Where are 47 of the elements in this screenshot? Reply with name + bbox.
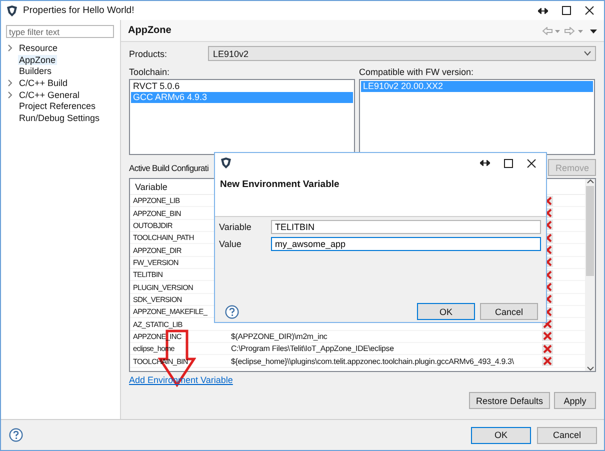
app-logo-icon bbox=[6, 4, 18, 16]
tree-item[interactable]: Builders bbox=[18, 66, 53, 76]
chevron-icon bbox=[584, 51, 591, 56]
window-title: Properties for Hello World! bbox=[23, 5, 134, 16]
expand-icon[interactable] bbox=[6, 44, 14, 52]
compatible-label: Compatible with FW version: bbox=[359, 67, 475, 77]
close-icon[interactable] bbox=[527, 158, 536, 168]
tree-item[interactable]: C/C++ Build bbox=[18, 78, 69, 88]
field-label: Variable bbox=[219, 222, 252, 232]
page-title: AppZone bbox=[128, 25, 172, 36]
tree-item[interactable]: C/C++ General bbox=[18, 90, 81, 100]
close-icon[interactable] bbox=[585, 6, 594, 15]
input-field[interactable]: TELITBIN bbox=[271, 220, 541, 234]
maximize-icon[interactable] bbox=[504, 158, 513, 168]
tree-item[interactable]: Resource bbox=[18, 42, 59, 53]
delete-icon[interactable] bbox=[542, 344, 552, 354]
scrollbar[interactable] bbox=[585, 179, 595, 371]
navigation-arrows-icon[interactable] bbox=[542, 26, 598, 34]
tree-item[interactable]: Run/Debug Settings bbox=[18, 112, 101, 123]
expand-icon[interactable] bbox=[6, 78, 14, 87]
products-dropdown[interactable]: LE910v2 bbox=[208, 46, 596, 61]
field-label: Value bbox=[219, 239, 242, 249]
scroll-down-icon[interactable] bbox=[586, 366, 594, 371]
delete-icon[interactable] bbox=[542, 356, 552, 366]
resize-icon[interactable] bbox=[538, 8, 548, 14]
products-label: Products: bbox=[129, 48, 168, 58]
tree-item[interactable]: AppZone bbox=[18, 54, 57, 65]
expand-icon[interactable] bbox=[6, 90, 14, 99]
build-configuration-label: Active Build Configurati bbox=[129, 162, 208, 172]
help-icon[interactable] bbox=[9, 428, 23, 442]
filter-field[interactable]: type filter text bbox=[6, 25, 114, 38]
ok-button[interactable]: OK bbox=[471, 426, 531, 444]
tree-item[interactable]: Project References bbox=[18, 101, 97, 112]
restore-defaults-button[interactable]: Restore Defaults bbox=[468, 392, 550, 409]
scroll-up-icon[interactable] bbox=[586, 179, 594, 184]
resize-icon[interactable] bbox=[480, 160, 490, 166]
ok-button[interactable]: OK bbox=[417, 303, 475, 320]
apply-button[interactable]: Apply bbox=[554, 392, 596, 409]
app-logo-icon bbox=[220, 157, 232, 169]
help-icon[interactable] bbox=[225, 304, 239, 318]
cancel-button[interactable]: Cancel bbox=[480, 303, 538, 320]
toolchain-label: Toolchain: bbox=[129, 67, 171, 77]
cancel-button[interactable]: Cancel bbox=[537, 426, 597, 444]
maximize-icon[interactable] bbox=[562, 6, 571, 15]
input-field[interactable]: my_awsome_app bbox=[271, 237, 541, 251]
delete-icon[interactable] bbox=[542, 331, 552, 342]
list-item[interactable]: RVCT 5.0.6 bbox=[131, 81, 353, 92]
